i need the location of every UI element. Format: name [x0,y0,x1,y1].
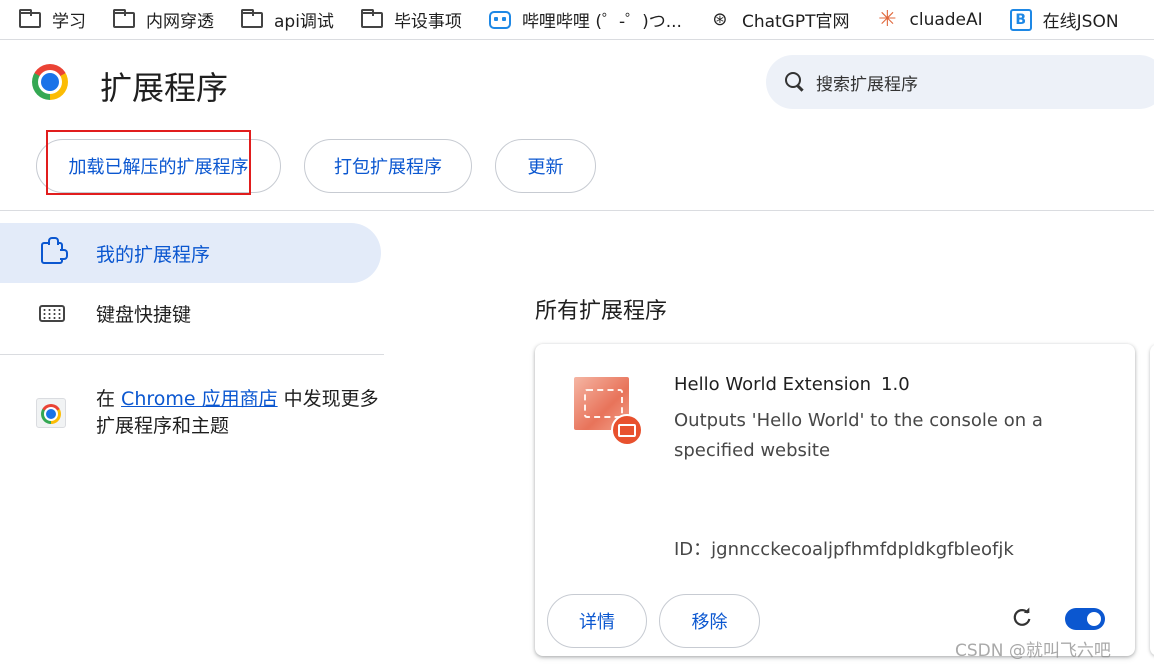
claude-icon: ✳ [878,7,897,32]
page-title: 扩展程序 [100,69,229,107]
bookmark-api[interactable]: api调试 [240,7,334,32]
folder-icon [360,8,384,30]
bookmark-tunnel[interactable]: 内网穿透 [112,7,214,32]
reload-icon[interactable] [1011,607,1033,629]
sidebar-divider [0,354,384,355]
bilibili-icon [488,10,512,30]
update-button[interactable]: 更新 [495,139,596,193]
web-store-icon [36,398,66,428]
extension-version: 1.0 [881,374,910,395]
search-box[interactable]: 搜索扩展程序 [766,55,1154,109]
extension-id: ID：jgnncckecoaljpfhmfdpldkgfbleofjk [674,539,1014,560]
extension-puzzle-icon [38,237,68,267]
toolbar-divider [0,210,1154,211]
bookmarks-bar: 学习 内网穿透 api调试 毕设事项 哔哩哔哩 (゜-゜)つ... ⊛ ChatG… [0,0,1154,40]
remove-button[interactable]: 移除 [659,594,760,648]
watermark: CSDN @就叫飞六吧 [955,641,1111,661]
pack-extension-button[interactable]: 打包扩展程序 [304,139,472,193]
chrome-logo-icon [32,64,68,100]
discover-text: 在 Chrome 应用商店 中发现更多扩展程序和主题 [96,388,379,437]
extension-description: Outputs 'Hello World' to the console on … [674,410,1043,461]
sidebar-item-label: 键盘快捷键 [96,303,192,326]
enable-toggle[interactable] [1065,608,1105,630]
unpacked-badge-icon [611,414,643,446]
bookmark-claude[interactable]: ✳ cluadeAI [876,7,982,32]
section-title: 所有扩展程序 [535,299,668,324]
extension-name-row: Hello World Extension 1.0 [674,374,910,395]
bookmark-thesis[interactable]: 毕设事项 [360,7,462,32]
search-icon [784,71,806,93]
sidebar-item-my-extensions[interactable]: 我的扩展程序 [0,223,381,283]
web-store-link[interactable]: Chrome 应用商店 [121,388,278,410]
extension-card: Hello World Extension 1.0 Outputs 'Hello … [535,344,1135,656]
folder-icon [18,8,42,30]
bookmark-study[interactable]: 学习 [18,7,86,32]
bookmark-json[interactable]: B 在线JSON [1009,7,1119,32]
extension-card-partial [1150,344,1154,656]
chatgpt-icon: ⊛ [712,9,728,30]
details-button[interactable]: 详情 [547,594,647,648]
sidebar-item-shortcuts[interactable]: 键盘快捷键 [0,283,381,343]
search-input[interactable]: 搜索扩展程序 [816,70,918,95]
folder-icon [112,8,136,30]
folder-icon [240,8,264,30]
sidebar-item-label: 我的扩展程序 [96,243,211,266]
bookmark-chatgpt[interactable]: ⊛ ChatGPT官网 [708,7,849,32]
keyboard-icon [38,299,66,327]
extension-name: Hello World Extension [674,374,872,395]
bookmark-bilibili[interactable]: 哔哩哔哩 (゜-゜)つ... [488,7,682,32]
json-icon: B [1009,8,1033,31]
load-unpacked-button[interactable]: 加载已解压的扩展程序 [36,139,281,193]
